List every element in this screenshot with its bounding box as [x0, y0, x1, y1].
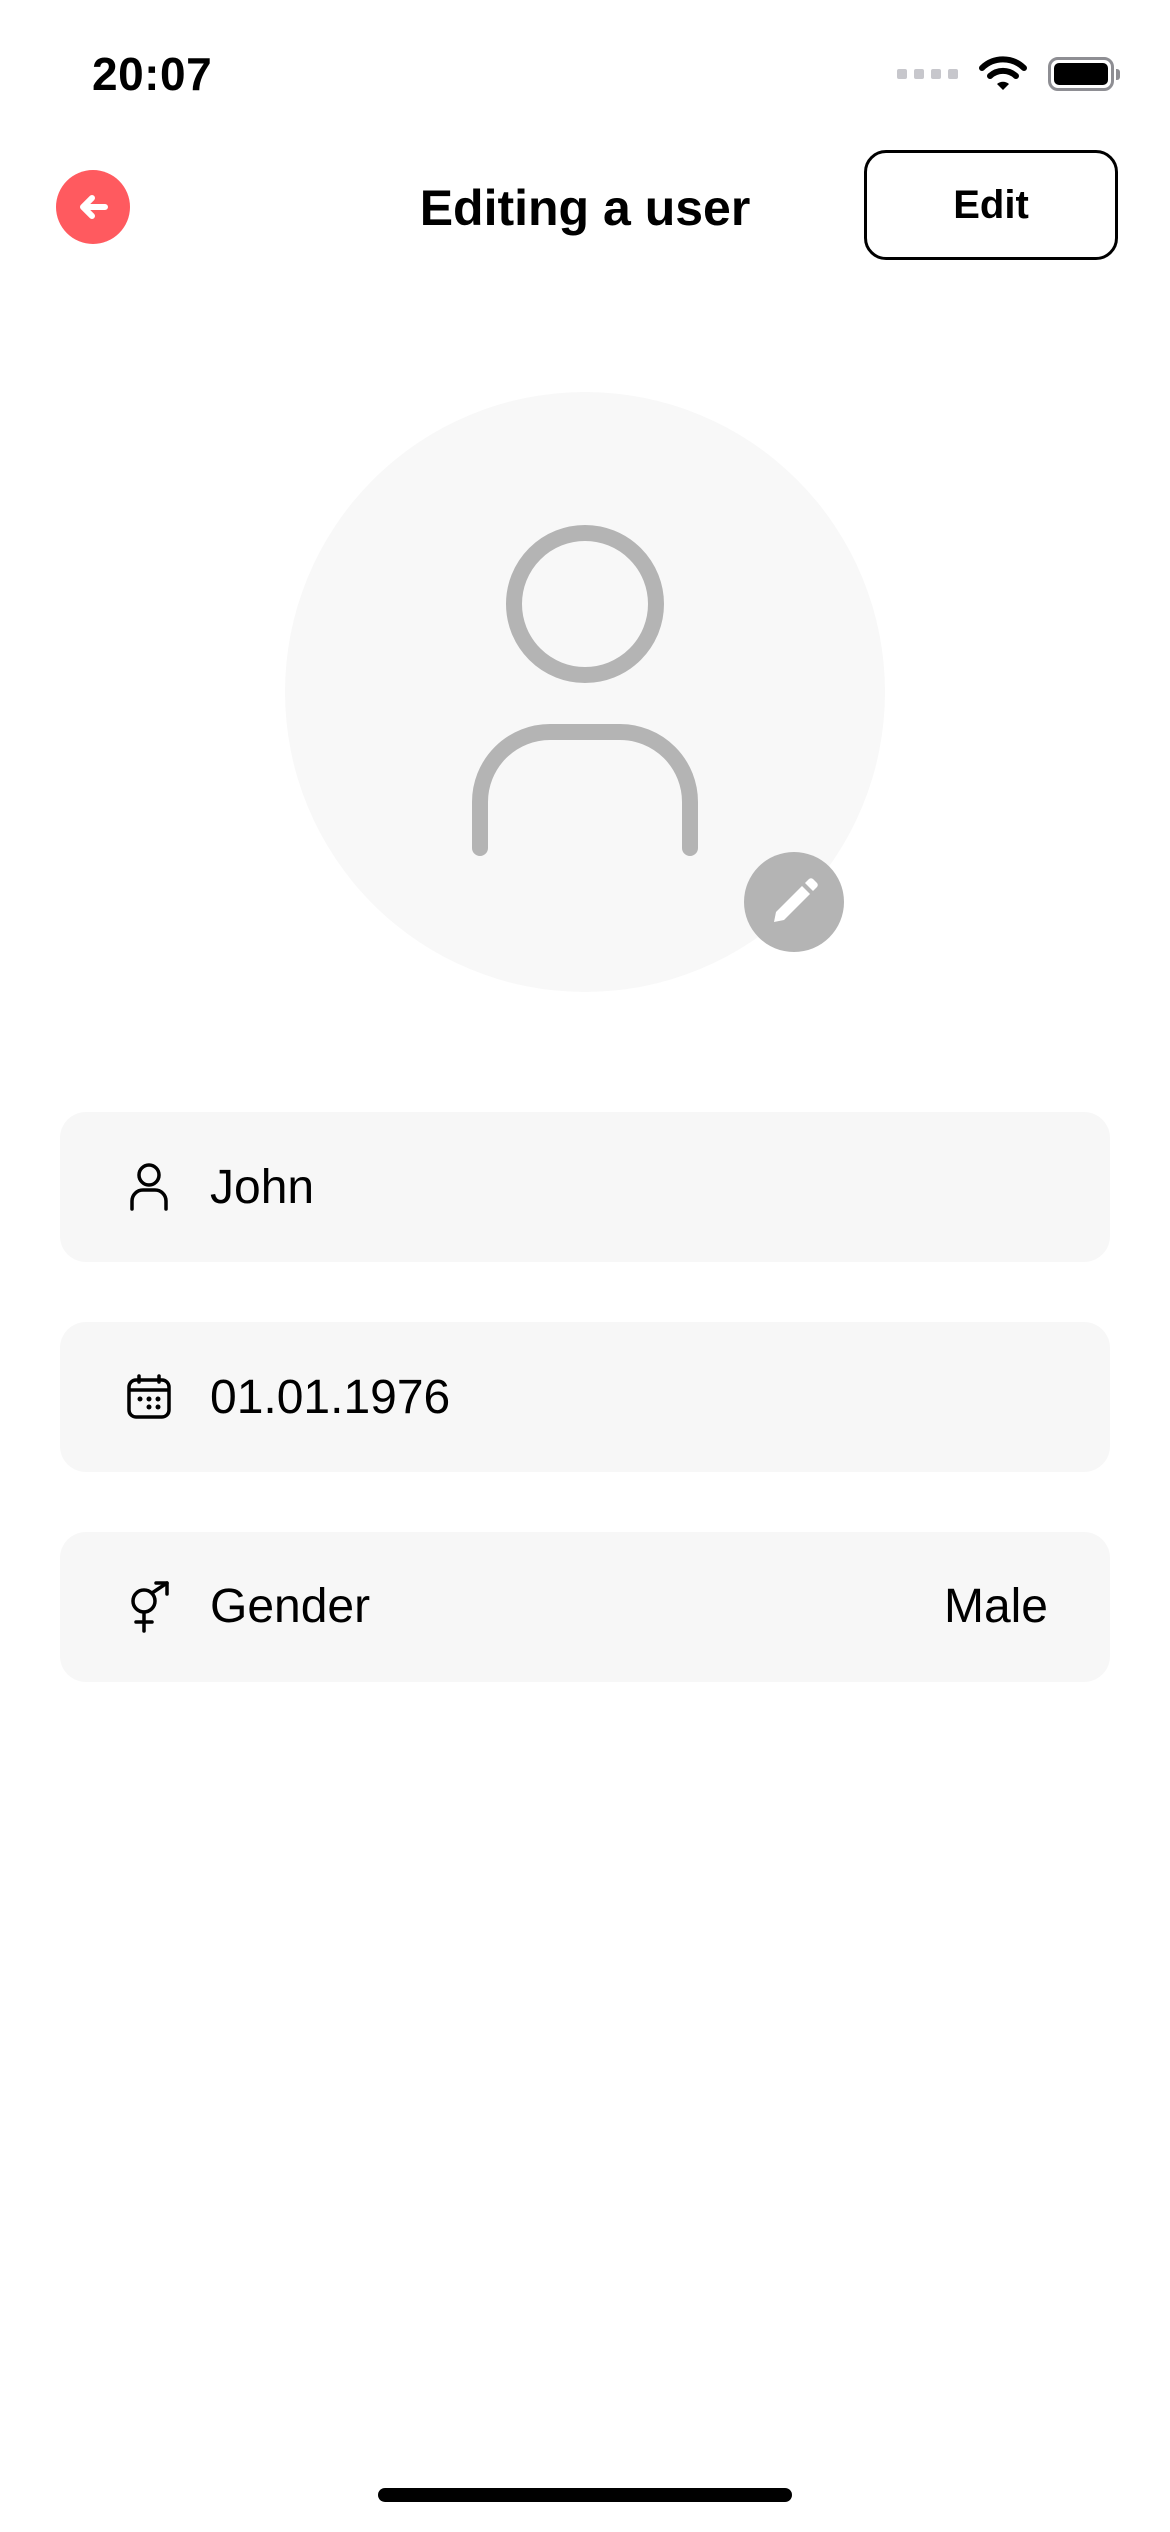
birth-date-field[interactable]: [60, 1322, 1110, 1472]
birth-date-input[interactable]: [210, 1322, 910, 1472]
person-icon: [124, 1162, 174, 1212]
gender-icon: [124, 1581, 174, 1633]
gender-value: Male: [943, 1580, 1048, 1633]
name-input[interactable]: [210, 1112, 910, 1262]
status-time: 20:07: [92, 48, 213, 100]
battery-icon: [1048, 57, 1120, 91]
gender-select[interactable]: Gender Male: [60, 1532, 1110, 1682]
calendar-icon: [124, 1372, 174, 1422]
status-icons: [897, 50, 1120, 98]
wifi-icon: [979, 56, 1027, 90]
home-indicator[interactable]: [378, 2488, 792, 2502]
avatar-edit-button[interactable]: [744, 852, 844, 952]
pencil-icon: [774, 878, 818, 922]
gender-label: Gender: [210, 1580, 371, 1633]
cellular-signal-icon: [897, 69, 958, 79]
edit-button[interactable]: Edit: [864, 150, 1118, 260]
name-field[interactable]: [60, 1112, 1110, 1262]
